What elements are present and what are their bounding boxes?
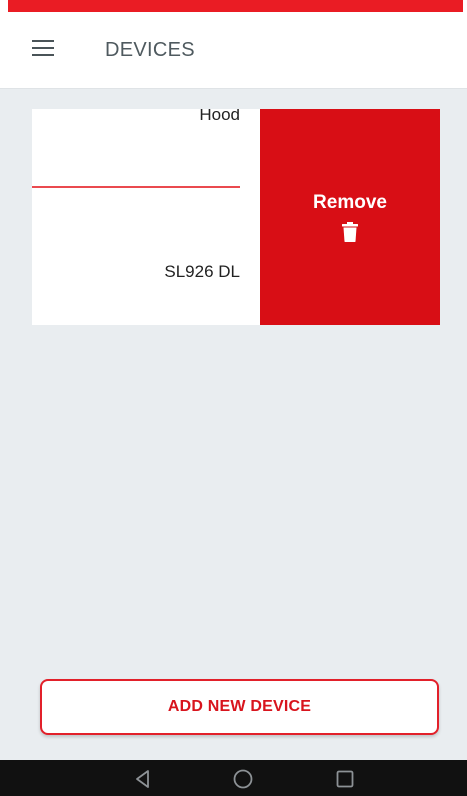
remove-button[interactable]: Remove xyxy=(260,109,440,325)
status-bar-accent xyxy=(8,0,463,12)
back-triangle-icon[interactable] xyxy=(132,768,154,790)
status-bar xyxy=(0,0,467,14)
recents-square-icon[interactable] xyxy=(334,768,356,790)
home-circle-icon[interactable] xyxy=(232,768,254,790)
remove-label: Remove xyxy=(313,192,387,213)
device-model-label: SL926 DL xyxy=(164,262,240,281)
add-new-device-button[interactable]: ADD NEW DEVICE xyxy=(40,679,439,735)
page-title: DEVICES xyxy=(105,39,195,61)
add-new-device-label: ADD NEW DEVICE xyxy=(167,698,312,715)
card-underline xyxy=(32,186,240,188)
trash-icon xyxy=(342,222,358,242)
device-card[interactable]: Hood SL926 DL Remove xyxy=(32,109,440,325)
device-type-label: Hood xyxy=(199,109,240,124)
hamburger-menu-icon[interactable] xyxy=(32,40,54,58)
app-bar: DEVICES xyxy=(0,14,467,89)
system-navigation-bar xyxy=(0,760,467,796)
